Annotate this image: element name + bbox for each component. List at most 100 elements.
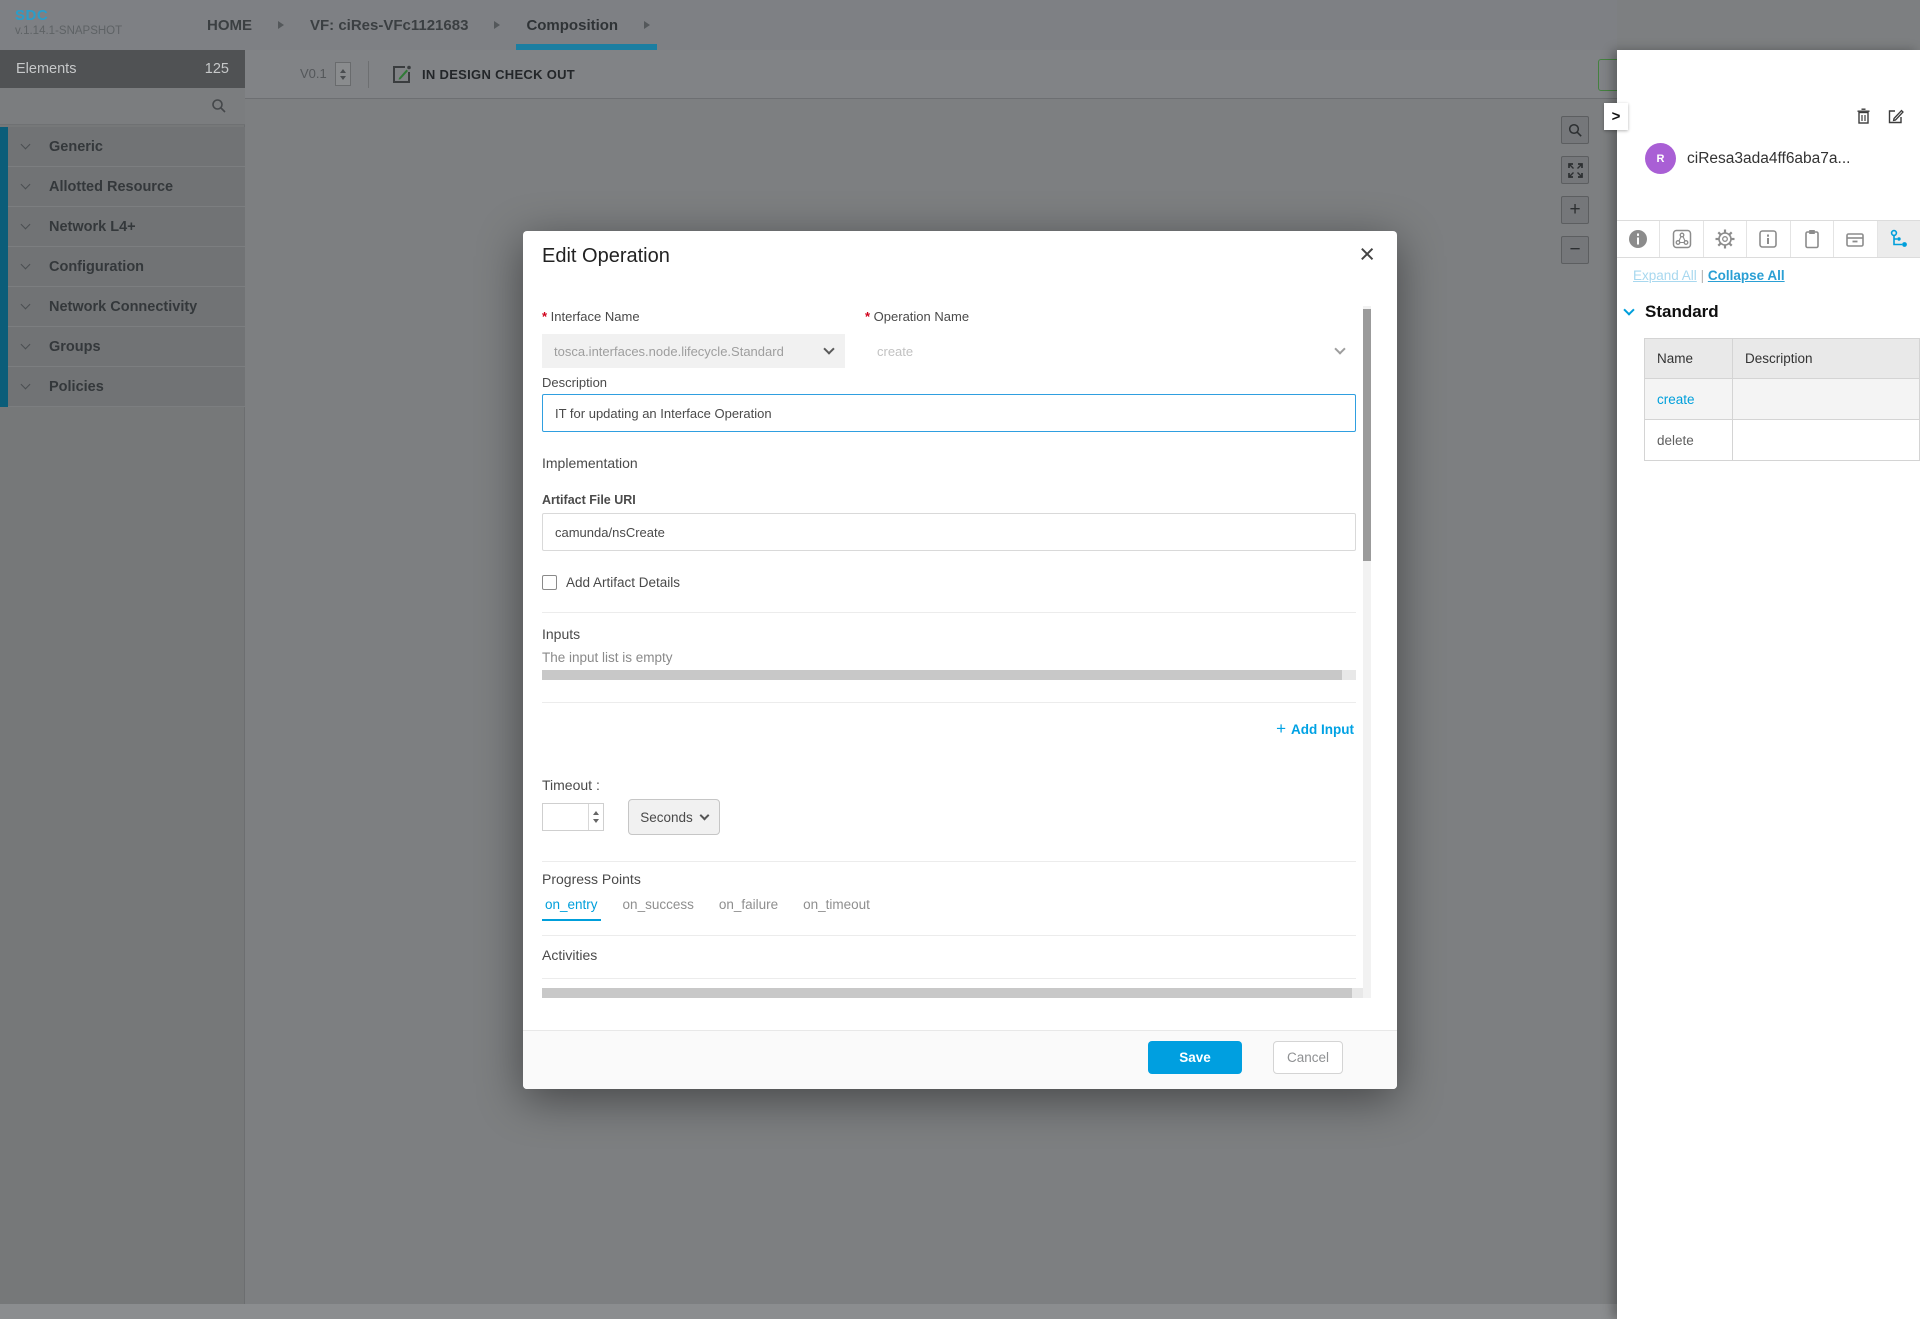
table-row[interactable]: create [1645,379,1920,420]
artifact-uri-label: Artifact File URI [542,493,636,507]
scrollbar-thumb[interactable] [542,670,1342,680]
number-spinner[interactable] [588,804,603,830]
zoom-in-button[interactable]: + [1561,196,1589,224]
stepper-down-icon [340,76,346,80]
sidebar-item-allotted-resource[interactable]: Allotted Resource [8,167,245,207]
sdc-app: SDC v.1.14.1-SNAPSHOT HOME VF: ciRes-VFc… [0,0,1920,1319]
operation-create-link[interactable]: create [1645,379,1733,420]
tab-composition[interactable] [1660,221,1703,257]
sidebar-item-network-l4[interactable]: Network L4+ [8,207,245,247]
tab-artifacts[interactable] [1834,221,1877,257]
logo-version: v.1.14.1-SNAPSHOT [15,25,122,37]
interface-name-select[interactable]: tosca.interfaces.node.lifecycle.Standard [542,334,845,368]
breadcrumb-composition[interactable]: Composition [526,17,618,34]
interface-name-label: Interface Name [542,309,640,324]
panel-collapse-button[interactable]: > [1604,103,1628,130]
breadcrumb-home[interactable]: HOME [207,17,252,34]
horizontal-scrollbar[interactable] [542,670,1356,680]
add-artifact-details-checkbox[interactable]: Add Artifact Details [542,575,680,590]
fullscreen-icon [1568,163,1583,178]
chevron-down-icon [21,380,31,390]
sidebar-item-policies[interactable]: Policies [8,367,245,407]
chevron-down-icon [21,180,31,190]
stepper-up-icon [340,69,346,73]
tab-on-entry[interactable]: on_entry [542,897,601,921]
breadcrumb: HOME VF: ciRes-VFc1121683 Composition [207,0,650,50]
spinner-up-icon [593,811,599,815]
toolbar-divider [368,61,369,88]
elements-sidebar: Elements 125 Generic Allotted Resource N… [0,50,245,1304]
scrollbar-thumb[interactable] [542,988,1352,998]
composition-toolbar: V0.1 IN DESIGN CHECK OUT Certify Check i… [245,50,1617,99]
chevron-down-icon [21,220,31,230]
category-list: Generic Allotted Resource Network L4+ Co… [8,127,245,407]
column-description: Description [1733,339,1920,379]
timeout-unit-select[interactable]: Seconds [628,799,720,835]
add-input-button[interactable]: +Add Input [1276,719,1354,739]
edit-icon[interactable] [1888,108,1904,124]
category-accent-strip [0,127,8,407]
info-icon [1627,228,1649,250]
close-icon[interactable]: × [1359,239,1375,269]
search-icon [1568,123,1583,138]
tab-on-timeout[interactable]: on_timeout [800,897,873,921]
operation-delete-link[interactable]: delete [1645,420,1733,461]
tab-information[interactable] [1747,221,1790,257]
version-label: V0.1 [300,66,327,81]
elements-search-input[interactable] [0,88,245,125]
progress-points-tabs: on_entry on_success on_failure on_timeou… [542,897,873,921]
chevron-down-icon [699,811,709,821]
vertical-scrollbar[interactable] [1363,306,1371,998]
horizontal-scrollbar[interactable] [542,988,1366,998]
table-row[interactable]: delete [1645,420,1920,461]
scrollbar-thumb[interactable] [1363,309,1371,561]
breadcrumb-arrow-icon [644,21,650,29]
spinner-down-icon [593,819,599,823]
tab-on-success[interactable]: on_success [620,897,697,921]
archive-icon [1844,228,1866,250]
panel-tab-bar [1617,220,1920,258]
timeout-value-input[interactable] [542,803,604,831]
modal-footer: Save Cancel [523,1030,1397,1089]
sidebar-item-generic[interactable]: Generic [8,127,245,167]
top-header: SDC v.1.14.1-SNAPSHOT HOME VF: ciRes-VFc… [0,0,1617,50]
sidebar-item-groups[interactable]: Groups [8,327,245,367]
save-button[interactable]: Save [1148,1041,1242,1074]
breadcrumb-vf[interactable]: VF: ciRes-VFc1121683 [310,17,468,34]
tab-operations[interactable] [1878,221,1920,257]
divider [542,861,1356,862]
divider [542,935,1356,936]
tab-settings[interactable] [1704,221,1747,257]
chevron-down-icon [1334,343,1345,354]
elements-count: 125 [205,61,229,77]
chevron-down-icon [21,300,31,310]
expand-all-link[interactable]: Expand All [1633,268,1697,283]
version-stepper[interactable] [335,62,351,86]
trash-icon[interactable] [1856,108,1871,124]
tab-general-info[interactable] [1617,221,1660,257]
activities-label: Activities [542,947,597,963]
gear-icon [1714,228,1736,250]
tab-properties[interactable] [1791,221,1834,257]
operation-name-label: Operation Name [865,309,969,324]
zoom-out-button[interactable]: − [1561,236,1589,264]
description-input[interactable] [542,394,1356,432]
tab-on-failure[interactable]: on_failure [716,897,781,921]
canvas-search-button[interactable] [1561,116,1589,144]
collapse-all-link[interactable]: Collapse All [1708,268,1785,283]
artifact-uri-input[interactable] [542,513,1356,551]
divider [542,612,1356,613]
canvas-fit-button[interactable] [1561,156,1589,184]
elements-header: Elements 125 [0,50,245,88]
column-name: Name [1645,339,1733,379]
sidebar-item-network-connectivity[interactable]: Network Connectivity [8,287,245,327]
cancel-button[interactable]: Cancel [1273,1041,1343,1074]
search-icon [211,98,227,114]
panel-actions [1856,108,1904,124]
checkbox-icon [542,575,557,590]
operation-name-select[interactable]: create [865,334,1356,368]
clipboard-icon [1801,228,1823,250]
sidebar-item-configuration[interactable]: Configuration [8,247,245,287]
chevron-down-icon[interactable] [1623,304,1634,315]
modal-title: Edit Operation [542,245,670,268]
